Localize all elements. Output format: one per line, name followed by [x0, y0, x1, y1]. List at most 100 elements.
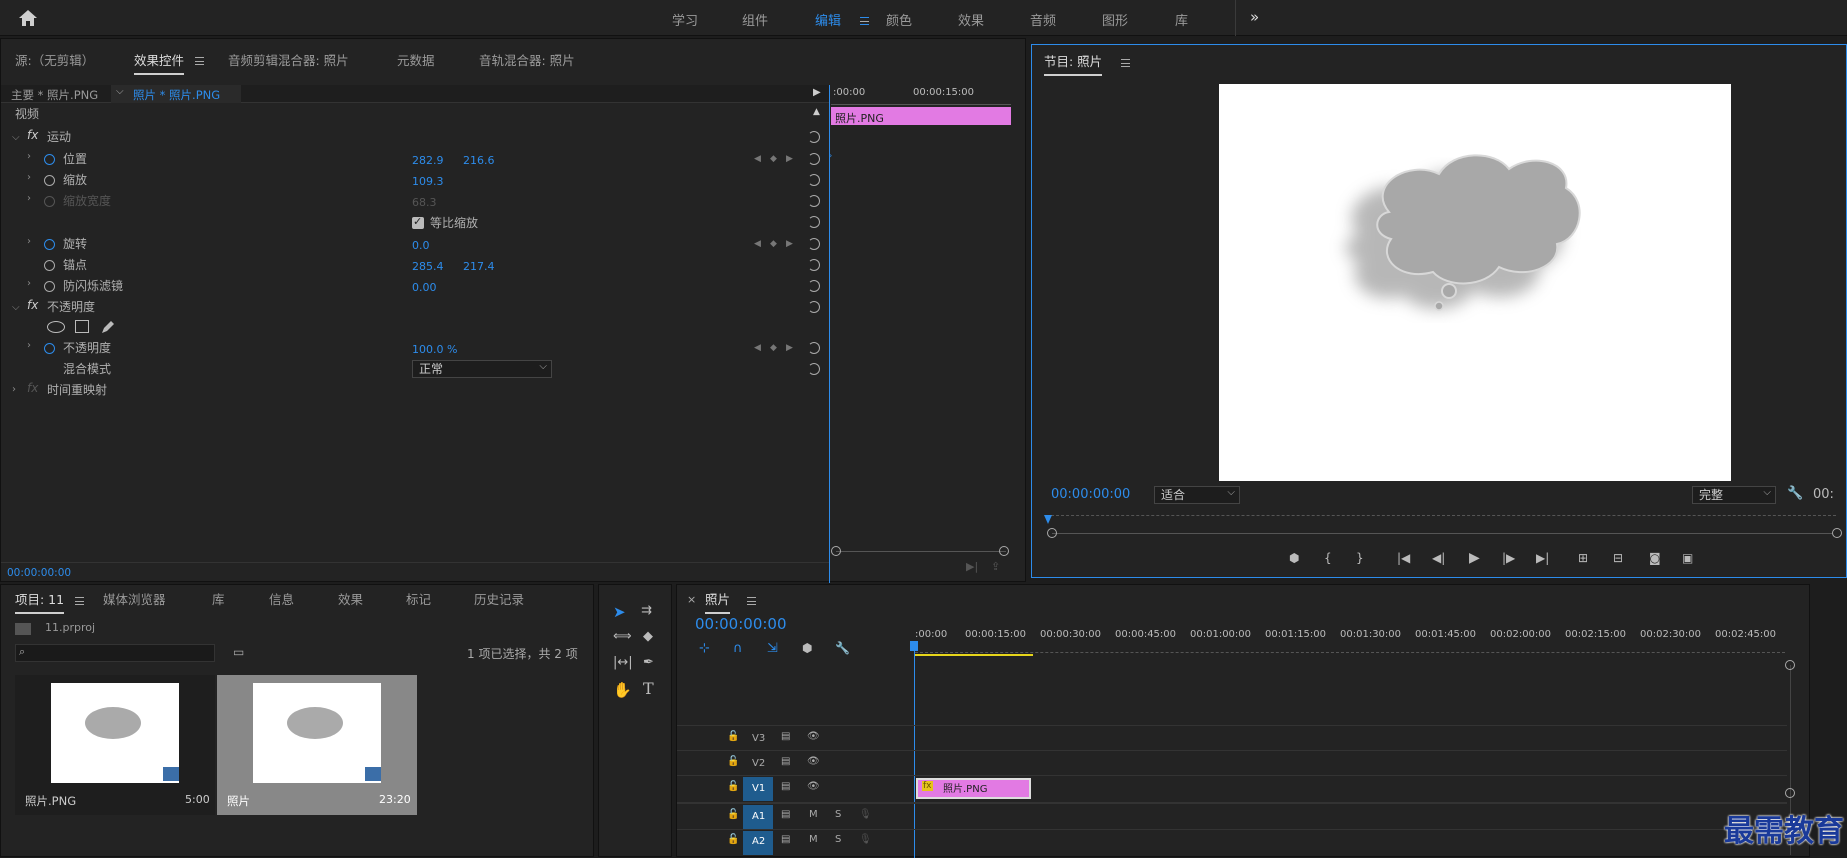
linked-selection-icon[interactable]: ⇲ — [767, 641, 778, 656]
filter-icon[interactable]: ▶| — [966, 560, 978, 573]
workspace-graphics[interactable]: 图形 — [1102, 10, 1128, 29]
tab-media-browser[interactable]: 媒体浏览器 — [103, 589, 166, 608]
stopwatch-icon[interactable] — [44, 281, 55, 292]
timeline-title[interactable]: 照片 — [705, 589, 731, 614]
track-v1[interactable]: V1 — [752, 783, 765, 794]
program-canvas[interactable] — [1219, 84, 1731, 481]
razor-tool-icon[interactable]: ◆ — [643, 629, 653, 644]
add-marker-icon[interactable]: ⬢ — [802, 641, 812, 655]
reset-icon[interactable] — [808, 131, 820, 143]
tab-audio-clip-mixer[interactable]: 音频剪辑混合器: 照片 — [228, 50, 349, 69]
program-menu-icon[interactable] — [1115, 55, 1130, 69]
rotation-value[interactable]: 0.0 — [412, 239, 430, 252]
workspace-editing[interactable]: 编辑 — [815, 10, 841, 29]
anchor-x[interactable]: 285.4 — [412, 260, 444, 273]
reset-icon[interactable] — [808, 280, 820, 292]
tab-effects[interactable]: 效果 — [338, 589, 363, 608]
ec-zoom-scrollbar[interactable] — [836, 551, 1006, 552]
step-back-icon[interactable]: ◀| — [1432, 551, 1445, 565]
tab-source[interactable]: 源:（无剪辑） — [15, 50, 94, 69]
reset-icon[interactable] — [808, 174, 820, 186]
microphone-icon[interactable]: 🎙 — [859, 809, 872, 820]
reset-icon[interactable] — [808, 238, 820, 250]
anchor-y[interactable]: 217.4 — [463, 260, 495, 273]
workspace-menu-icon[interactable] — [854, 13, 869, 27]
ripple-edit-tool-icon[interactable]: ⟺ — [613, 629, 632, 644]
lock-icon[interactable]: 🔓 — [727, 756, 739, 767]
track-v2[interactable]: V2 — [752, 758, 765, 769]
add-keyframe-icon[interactable]: ◆ — [770, 239, 777, 249]
tab-audio-track-mixer[interactable]: 音轨混合器: 照片 — [479, 50, 575, 69]
ellipse-mask-icon[interactable] — [47, 321, 65, 333]
workspace-audio[interactable]: 音频 — [1030, 10, 1056, 29]
tab-metadata[interactable]: 元数据 — [397, 50, 435, 69]
work-area-bar[interactable] — [915, 654, 1033, 656]
eye-icon[interactable]: 👁 — [807, 731, 820, 742]
play-icon[interactable]: ▶ — [1469, 550, 1480, 566]
prev-keyframe-icon[interactable]: ◀ — [754, 343, 761, 353]
export-icon[interactable]: ⇪ — [991, 560, 1000, 573]
reset-icon[interactable] — [808, 153, 820, 165]
prev-keyframe-icon[interactable]: ◀ — [754, 239, 761, 249]
scroll-handle-left[interactable] — [1047, 528, 1057, 538]
tab-project[interactable]: 项目: 11 — [15, 589, 65, 614]
hand-tool-icon[interactable]: ✋ — [613, 681, 632, 699]
position-x[interactable]: 282.9 — [412, 154, 444, 167]
prev-keyframe-icon[interactable]: ◀ — [754, 154, 761, 164]
project-item-thumb[interactable]: 照片.PNG 5:00 — [15, 675, 215, 815]
lock-icon[interactable]: 🔓 — [727, 781, 739, 792]
track-select-tool-icon[interactable]: ⇉ — [641, 603, 652, 618]
tab-libraries[interactable]: 库 — [212, 589, 225, 608]
more-workspaces-icon[interactable]: » — [1250, 8, 1259, 26]
add-keyframe-icon[interactable]: ◆ — [770, 154, 777, 164]
scale-value[interactable]: 109.3 — [412, 175, 444, 188]
timeline-ruler[interactable]: :00:00 00:00:15:00 00:00:30:00 00:00:45:… — [915, 625, 1795, 657]
tab-markers[interactable]: 标记 — [406, 589, 431, 608]
tab-history[interactable]: 历史记录 — [474, 589, 524, 608]
program-scrollbar[interactable] — [1052, 533, 1832, 534]
nest-icon[interactable]: ⊹ — [699, 641, 710, 656]
workspace-assembly[interactable]: 组件 — [742, 10, 768, 29]
go-to-in-icon[interactable]: |◀ — [1397, 551, 1410, 565]
home-icon[interactable] — [18, 9, 38, 27]
next-keyframe-icon[interactable]: ▶ — [786, 343, 793, 353]
stopwatch-icon[interactable] — [44, 343, 55, 354]
program-ruler[interactable] — [1046, 515, 1836, 516]
lock-icon[interactable]: 🔓 — [727, 731, 739, 742]
type-tool-icon[interactable]: T — [643, 679, 654, 698]
stopwatch-icon[interactable] — [44, 239, 55, 250]
eye-icon[interactable]: 👁 — [807, 756, 820, 767]
close-icon[interactable]: × — [687, 593, 696, 606]
fx-icon[interactable]: fx — [27, 298, 38, 312]
zoom-handle-right[interactable] — [999, 546, 1009, 556]
add-keyframe-icon[interactable]: ◆ — [770, 343, 777, 353]
lock-icon[interactable]: 🔓 — [727, 809, 739, 820]
eye-icon[interactable]: 👁 — [807, 781, 820, 792]
quality-select[interactable]: 完整 — [1692, 485, 1776, 504]
mute-button[interactable]: M — [809, 809, 818, 820]
stopwatch-icon[interactable] — [44, 260, 55, 271]
solo-button[interactable]: S — [835, 834, 841, 845]
microphone-icon[interactable]: 🎙 — [859, 834, 872, 845]
sync-lock-icon[interactable]: ▤ — [781, 834, 790, 845]
sync-lock-icon[interactable]: ▤ — [781, 731, 790, 742]
play-triangle-icon[interactable]: ▶ — [813, 87, 821, 98]
chevron-right-icon[interactable]: › — [27, 236, 31, 247]
effect-controls-menu-icon[interactable] — [189, 53, 204, 67]
timeline-timecode[interactable]: 00:00:00:00 — [695, 615, 787, 633]
program-monitor-title[interactable]: 节目: 照片 — [1044, 51, 1103, 76]
reset-icon[interactable] — [808, 363, 820, 375]
stopwatch-icon[interactable] — [44, 154, 55, 165]
selection-tool-icon[interactable]: ➤ — [613, 603, 626, 621]
marker-icon[interactable]: ⬢ — [1289, 551, 1299, 565]
opacity-value[interactable]: 100.0 % — [412, 343, 457, 356]
playhead-icon[interactable] — [910, 641, 918, 651]
master-clip-label[interactable]: 主要 * 照片.PNG — [11, 87, 98, 103]
project-menu-icon[interactable] — [69, 593, 84, 607]
fx-icon[interactable]: fx — [27, 128, 38, 142]
stopwatch-icon[interactable] — [44, 175, 55, 186]
scroll-handle-right[interactable] — [1832, 528, 1842, 538]
flicker-value[interactable]: 0.00 — [412, 281, 437, 294]
mute-button[interactable]: M — [809, 834, 818, 845]
workspace-color[interactable]: 颜色 — [886, 10, 912, 29]
